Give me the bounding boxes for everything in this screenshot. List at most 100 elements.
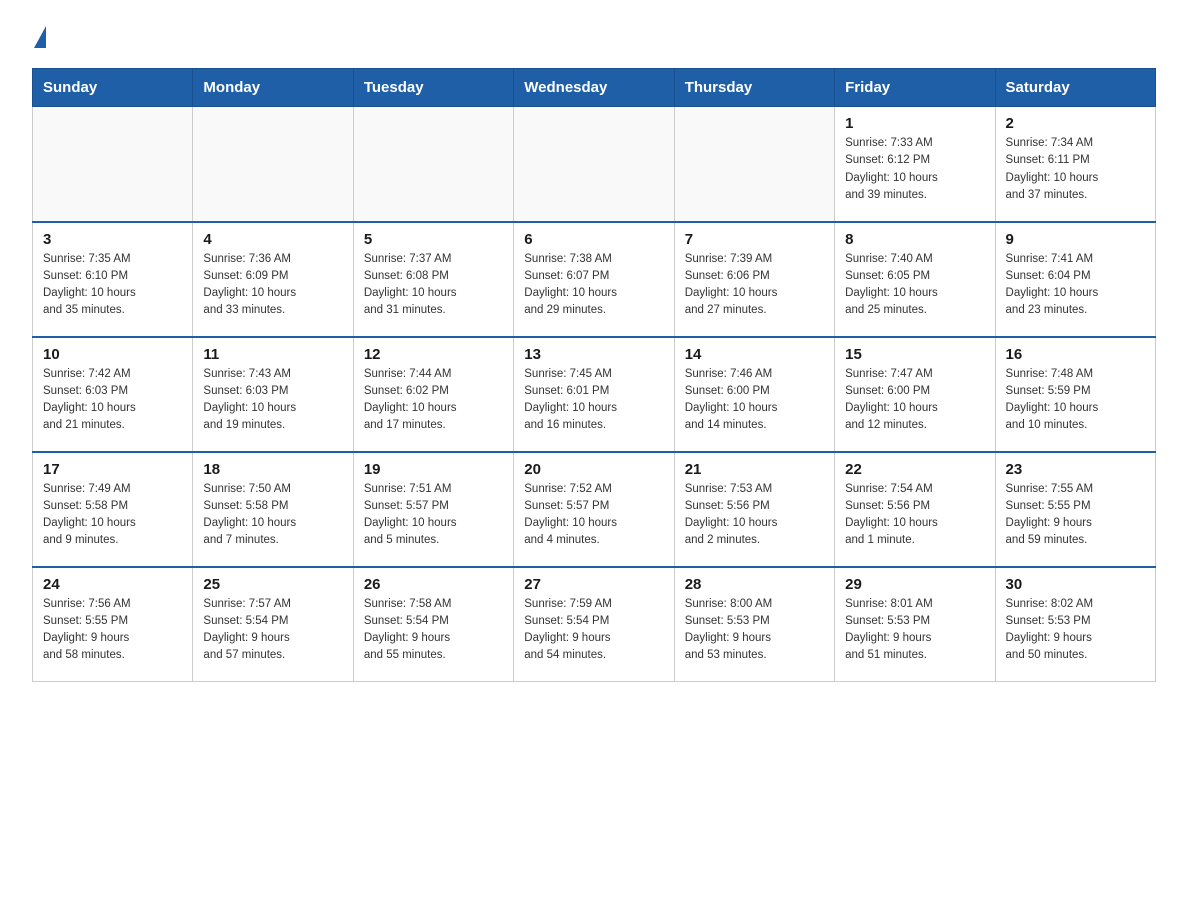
day-number: 7 [685,231,824,248]
day-info: Sunrise: 7:52 AMSunset: 5:57 PMDaylight:… [524,481,663,550]
calendar-cell: 23Sunrise: 7:55 AMSunset: 5:55 PMDayligh… [995,452,1155,567]
day-number: 2 [1006,115,1145,132]
day-info: Sunrise: 7:35 AMSunset: 6:10 PMDaylight:… [43,251,182,320]
day-info: Sunrise: 7:49 AMSunset: 5:58 PMDaylight:… [43,481,182,550]
day-info: Sunrise: 7:54 AMSunset: 5:56 PMDaylight:… [845,481,984,550]
day-info: Sunrise: 7:57 AMSunset: 5:54 PMDaylight:… [203,596,342,665]
day-info: Sunrise: 7:39 AMSunset: 6:06 PMDaylight:… [685,251,824,320]
day-info: Sunrise: 8:00 AMSunset: 5:53 PMDaylight:… [685,596,824,665]
day-info: Sunrise: 7:51 AMSunset: 5:57 PMDaylight:… [364,481,503,550]
calendar-cell: 12 Sunrise: 7:44 AMSunset: 6:02 PMDayligh… [353,337,513,452]
day-number: 14 [685,346,824,363]
day-number: 3 [43,231,182,248]
calendar-cell: 21 Sunrise: 7:53 AMSunset: 5:56 PMDayligh… [674,452,834,567]
weekday-header-monday: Monday [193,69,353,107]
day-number: 25 [203,576,342,593]
logo-triangle-icon [34,26,46,48]
day-number: 9 [1006,231,1145,248]
day-number: 15 [845,346,984,363]
calendar-cell: 24 Sunrise: 7:56 AMSunset: 5:55 PMDayligh… [33,567,193,682]
weekday-header-wednesday: Wednesday [514,69,674,107]
calendar-cell: 11 Sunrise: 7:43 AMSunset: 6:03 PMDayligh… [193,337,353,452]
weekday-header-row: SundayMondayTuesdayWednesdayThursdayFrid… [33,69,1156,107]
calendar-cell: 16 Sunrise: 7:48 AMSunset: 5:59 PMDayligh… [995,337,1155,452]
calendar-table: SundayMondayTuesdayWednesdayThursdayFrid… [32,68,1156,682]
calendar-cell: 10 Sunrise: 7:42 AMSunset: 6:03 PMDayligh… [33,337,193,452]
weekday-header-friday: Friday [835,69,995,107]
day-info: Sunrise: 7:33 AMSunset: 6:12 PMDaylight:… [845,135,984,204]
calendar-cell: 9 Sunrise: 7:41 AMSunset: 6:04 PMDaylight… [995,222,1155,337]
day-info: Sunrise: 7:41 AMSunset: 6:04 PMDaylight:… [1006,251,1145,320]
day-info: Sunrise: 7:50 AMSunset: 5:58 PMDaylight:… [203,481,342,550]
calendar-cell [33,107,193,222]
calendar-cell: 3 Sunrise: 7:35 AMSunset: 6:10 PMDaylight… [33,222,193,337]
day-number: 26 [364,576,503,593]
day-number: 19 [364,461,503,478]
calendar-cell: 22 Sunrise: 7:54 AMSunset: 5:56 PMDayligh… [835,452,995,567]
day-info: Sunrise: 7:34 AMSunset: 6:11 PMDaylight:… [1006,135,1145,204]
day-info: Sunrise: 7:48 AMSunset: 5:59 PMDaylight:… [1006,366,1145,435]
day-number: 23 [1006,461,1145,478]
day-number: 5 [364,231,503,248]
day-info: Sunrise: 7:38 AMSunset: 6:07 PMDaylight:… [524,251,663,320]
calendar-cell [514,107,674,222]
calendar-week-row: 24 Sunrise: 7:56 AMSunset: 5:55 PMDayligh… [33,567,1156,682]
day-number: 4 [203,231,342,248]
weekday-header-sunday: Sunday [33,69,193,107]
calendar-cell: 18 Sunrise: 7:50 AMSunset: 5:58 PMDayligh… [193,452,353,567]
day-number: 10 [43,346,182,363]
day-number: 1 [845,115,984,132]
calendar-cell: 8Sunrise: 7:40 AMSunset: 6:05 PMDaylight… [835,222,995,337]
calendar-cell [674,107,834,222]
calendar-cell [353,107,513,222]
day-number: 20 [524,461,663,478]
calendar-cell: 4Sunrise: 7:36 AMSunset: 6:09 PMDaylight… [193,222,353,337]
day-number: 29 [845,576,984,593]
day-info: Sunrise: 7:56 AMSunset: 5:55 PMDaylight:… [43,596,182,665]
calendar-cell: 29 Sunrise: 8:01 AMSunset: 5:53 PMDayligh… [835,567,995,682]
calendar-cell: 14 Sunrise: 7:46 AMSunset: 6:00 PMDayligh… [674,337,834,452]
day-info: Sunrise: 7:53 AMSunset: 5:56 PMDaylight:… [685,481,824,550]
weekday-header-thursday: Thursday [674,69,834,107]
logo [32,24,46,48]
day-number: 24 [43,576,182,593]
calendar-cell: 2 Sunrise: 7:34 AMSunset: 6:11 PMDaylight… [995,107,1155,222]
calendar-cell: 19 Sunrise: 7:51 AMSunset: 5:57 PMDayligh… [353,452,513,567]
calendar-week-row: 1 Sunrise: 7:33 AMSunset: 6:12 PMDaylight… [33,107,1156,222]
calendar-cell: 25 Sunrise: 7:57 AMSunset: 5:54 PMDayligh… [193,567,353,682]
day-info: Sunrise: 7:43 AMSunset: 6:03 PMDaylight:… [203,366,342,435]
calendar-cell: 30 Sunrise: 8:02 AMSunset: 5:53 PMDayligh… [995,567,1155,682]
day-info: Sunrise: 7:37 AMSunset: 6:08 PMDaylight:… [364,251,503,320]
day-number: 27 [524,576,663,593]
calendar-cell: 6Sunrise: 7:38 AMSunset: 6:07 PMDaylight… [514,222,674,337]
day-number: 13 [524,346,663,363]
day-number: 17 [43,461,182,478]
day-info: Sunrise: 7:44 AMSunset: 6:02 PMDaylight:… [364,366,503,435]
calendar-cell: 1 Sunrise: 7:33 AMSunset: 6:12 PMDaylight… [835,107,995,222]
calendar-week-row: 17 Sunrise: 7:49 AMSunset: 5:58 PMDayligh… [33,452,1156,567]
day-info: Sunrise: 7:42 AMSunset: 6:03 PMDaylight:… [43,366,182,435]
calendar-cell: 5 Sunrise: 7:37 AMSunset: 6:08 PMDaylight… [353,222,513,337]
calendar-cell: 27Sunrise: 7:59 AMSunset: 5:54 PMDayligh… [514,567,674,682]
calendar-cell: 20 Sunrise: 7:52 AMSunset: 5:57 PMDayligh… [514,452,674,567]
day-info: Sunrise: 8:01 AMSunset: 5:53 PMDaylight:… [845,596,984,665]
weekday-header-saturday: Saturday [995,69,1155,107]
day-number: 22 [845,461,984,478]
day-number: 12 [364,346,503,363]
calendar-week-row: 3 Sunrise: 7:35 AMSunset: 6:10 PMDaylight… [33,222,1156,337]
day-info: Sunrise: 7:45 AMSunset: 6:01 PMDaylight:… [524,366,663,435]
calendar-cell: 15Sunrise: 7:47 AMSunset: 6:00 PMDayligh… [835,337,995,452]
day-info: Sunrise: 7:46 AMSunset: 6:00 PMDaylight:… [685,366,824,435]
day-number: 16 [1006,346,1145,363]
calendar-cell: 28Sunrise: 8:00 AMSunset: 5:53 PMDayligh… [674,567,834,682]
day-number: 11 [203,346,342,363]
calendar-cell: 17 Sunrise: 7:49 AMSunset: 5:58 PMDayligh… [33,452,193,567]
day-info: Sunrise: 8:02 AMSunset: 5:53 PMDaylight:… [1006,596,1145,665]
page-header [32,24,1156,48]
day-number: 18 [203,461,342,478]
day-number: 21 [685,461,824,478]
day-info: Sunrise: 7:58 AMSunset: 5:54 PMDaylight:… [364,596,503,665]
day-number: 30 [1006,576,1145,593]
calendar-cell [193,107,353,222]
day-number: 8 [845,231,984,248]
